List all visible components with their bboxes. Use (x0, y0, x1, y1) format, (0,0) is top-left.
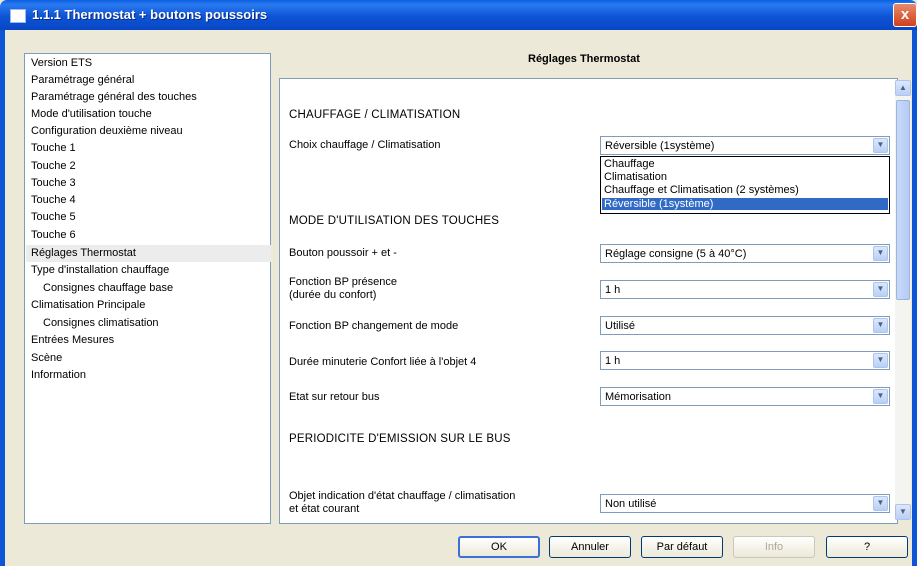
tree-item-touche-1[interactable]: Touche 1 (31, 140, 76, 157)
dropdown-option-climatisation[interactable]: Climatisation (602, 171, 888, 183)
chevron-down-icon[interactable]: ▼ (873, 138, 888, 153)
tree-item-consignes-climatisation[interactable]: Consignes climatisation (43, 315, 159, 332)
select-retour-bus-value: Mémorisation (605, 391, 672, 403)
close-button[interactable]: x (893, 3, 917, 27)
annuler-button[interactable]: Annuler (549, 536, 631, 558)
scrollbar-thumb[interactable] (896, 100, 910, 300)
label-indication-line2: et état courant (289, 503, 360, 515)
label-presence-line2: (durée du confort) (289, 289, 377, 301)
select-bouton-poussoir-value: Réglage consigne (5 à 40°C) (605, 248, 747, 260)
title-bar: 1.1.1 Thermostat + boutons poussoirs x (0, 0, 917, 30)
chevron-down-icon[interactable]: ▼ (873, 246, 888, 261)
tree-item-mode-utilisation[interactable]: Mode d'utilisation touche (31, 106, 152, 123)
tree-item-configuration-niveau[interactable]: Configuration deuxième niveau (31, 123, 183, 140)
tree-item-touche-6[interactable]: Touche 6 (31, 227, 76, 244)
select-presence[interactable]: 1 h ▼ (600, 280, 890, 299)
tree-item-version-ets[interactable]: Version ETS (31, 55, 92, 72)
dropdown-list-choix-chauffage: Chauffage Climatisation Chauffage et Cli… (600, 156, 890, 214)
section-heading-chauffage: CHAUFFAGE / CLIMATISATION (289, 109, 461, 121)
panel-title: Réglages Thermostat (528, 53, 640, 65)
tree-item-touche-3[interactable]: Touche 3 (31, 175, 76, 192)
window-title: 1.1.1 Thermostat + boutons poussoirs (32, 7, 268, 22)
tree-item-type-installation[interactable]: Type d'installation chauffage (31, 262, 169, 279)
select-minuterie-confort[interactable]: 1 h ▼ (600, 351, 890, 370)
select-presence-value: 1 h (605, 284, 621, 296)
tree-item-consignes-chauffage[interactable]: Consignes chauffage base (43, 280, 173, 297)
section-heading-emission: PERIODICITE D'EMISSION SUR LE BUS (289, 433, 511, 445)
dropdown-option-chauffage[interactable]: Chauffage (602, 158, 888, 170)
chevron-down-icon[interactable]: ▼ (873, 389, 888, 404)
tree-item-reglages-thermostat[interactable]: Réglages Thermostat (26, 245, 271, 262)
tree-item-parametrage-general[interactable]: Paramétrage général (31, 72, 134, 89)
select-changement-mode[interactable]: Utilisé ▼ (600, 316, 890, 335)
tree-item-touche-2[interactable]: Touche 2 (31, 158, 76, 175)
window-frame-right (912, 30, 917, 566)
select-choix-chauffage-value: Réversible (1système) (605, 140, 715, 152)
select-indication-etat-value: Non utilisé (605, 498, 657, 510)
chevron-down-icon[interactable]: ▼ (873, 353, 888, 368)
tree-item-information[interactable]: Information (31, 367, 86, 384)
label-changement-mode: Fonction BP changement de mode (289, 320, 459, 332)
tree-item-touche-4[interactable]: Touche 4 (31, 192, 76, 209)
help-button[interactable]: ? (826, 536, 908, 558)
vertical-scrollbar[interactable]: ▲ ▼ (895, 80, 911, 520)
info-button[interactable]: Info (733, 536, 815, 558)
window-frame-left (0, 30, 5, 566)
parameter-panel: CHAUFFAGE / CLIMATISATION Choix chauffag… (279, 78, 898, 524)
scroll-up-icon[interactable]: ▲ (895, 80, 911, 96)
tree-item-climatisation-principale[interactable]: Climatisation Principale (31, 297, 145, 314)
label-minuterie-confort: Durée minuterie Confort liée à l'objet 4 (289, 356, 477, 368)
par-defaut-button[interactable]: Par défaut (641, 536, 723, 558)
select-retour-bus[interactable]: Mémorisation ▼ (600, 387, 890, 406)
select-changement-mode-value: Utilisé (605, 320, 635, 332)
label-retour-bus: Etat sur retour bus (289, 391, 380, 403)
label-indication-line1: Objet indication d'état chauffage / clim… (289, 490, 516, 502)
ok-button[interactable]: OK (458, 536, 540, 558)
chevron-down-icon[interactable]: ▼ (873, 496, 888, 511)
select-indication-etat[interactable]: Non utilisé ▼ (600, 494, 890, 513)
parameter-tree: Version ETS Paramétrage général Paramétr… (24, 53, 271, 524)
scroll-down-icon[interactable]: ▼ (895, 504, 911, 520)
section-heading-touches: MODE D'UTILISATION DES TOUCHES (289, 215, 500, 227)
select-choix-chauffage[interactable]: Réversible (1système) ▼ (600, 136, 890, 155)
tree-item-touche-5[interactable]: Touche 5 (31, 209, 76, 226)
label-choix-chauffage: Choix chauffage / Climatisation (289, 139, 441, 151)
tree-item-scene[interactable]: Scène (31, 350, 62, 367)
select-minuterie-confort-value: 1 h (605, 355, 621, 367)
dropdown-option-reversible[interactable]: Réversible (1système) (602, 198, 888, 210)
select-bouton-poussoir[interactable]: Réglage consigne (5 à 40°C) ▼ (600, 244, 890, 263)
window-icon (10, 9, 26, 23)
label-presence-line1: Fonction BP présence (289, 276, 398, 288)
dropdown-option-chauffage-climatisation[interactable]: Chauffage et Climatisation (2 systèmes) (602, 184, 888, 196)
label-bouton-poussoir: Bouton poussoir + et - (289, 247, 397, 259)
chevron-down-icon[interactable]: ▼ (873, 282, 888, 297)
chevron-down-icon[interactable]: ▼ (873, 318, 888, 333)
tree-item-entrees-mesures[interactable]: Entrées Mesures (31, 332, 114, 349)
tree-item-parametrage-touches[interactable]: Paramétrage général des touches (31, 89, 197, 106)
